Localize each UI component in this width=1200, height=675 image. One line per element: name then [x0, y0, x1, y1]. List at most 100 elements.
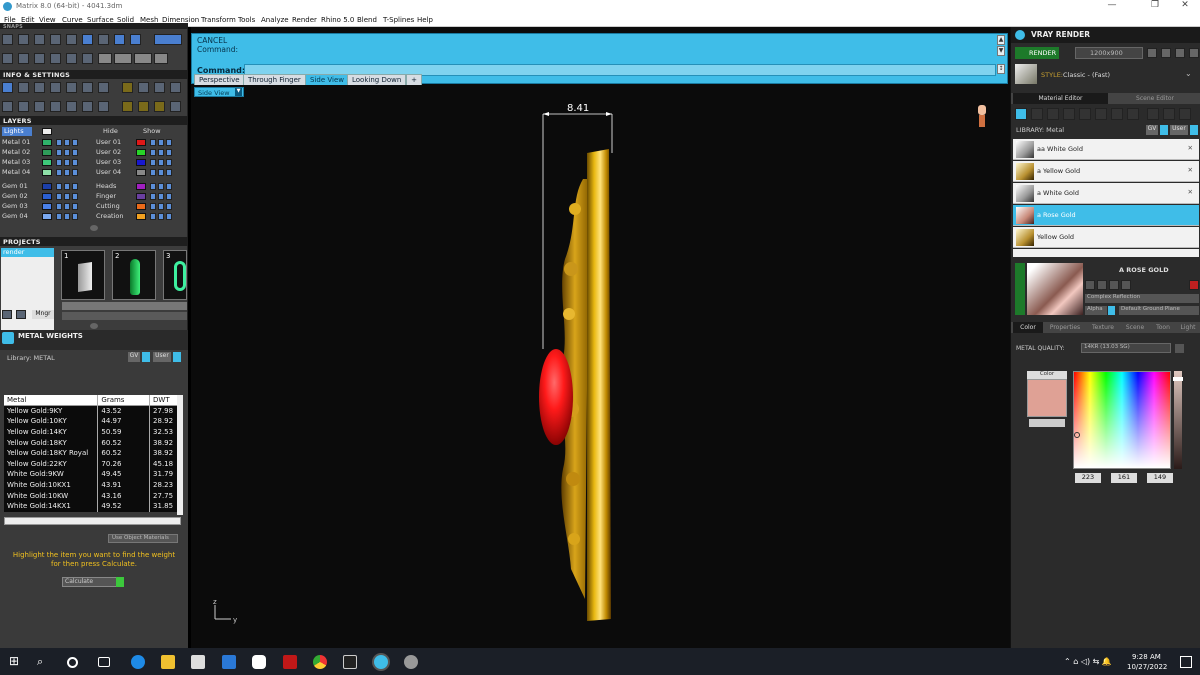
layer-render-icon[interactable] [166, 213, 172, 220]
export-mat-icon[interactable] [1163, 108, 1175, 120]
prev-icon[interactable] [1147, 48, 1157, 58]
menu-render[interactable]: Render [292, 16, 317, 24]
layer-metal-02[interactable]: Metal 02 [2, 148, 30, 157]
add-view-tab-icon[interactable]: + [406, 74, 422, 85]
layer-finger[interactable]: Finger [96, 192, 116, 201]
table-h-scrollbar[interactable] [4, 517, 181, 525]
menu-help[interactable]: Help [417, 16, 433, 24]
options-icon[interactable] [1189, 48, 1199, 58]
layer-vis-icon[interactable] [64, 183, 70, 190]
layer-color-swatch[interactable] [136, 159, 146, 166]
layer-lock-icon[interactable] [150, 149, 156, 156]
grid-icon[interactable] [2, 101, 13, 112]
layer-metal-04[interactable]: Metal 04 [2, 168, 30, 177]
layer-render-icon[interactable] [166, 139, 172, 146]
light-icon[interactable] [154, 101, 165, 112]
project-item-render[interactable]: render [1, 248, 54, 257]
remove-icon[interactable]: ✕ [1188, 166, 1193, 174]
layer-vis-icon[interactable] [64, 203, 70, 210]
tab-scene-editor[interactable]: Scene Editor [1111, 93, 1199, 104]
table-row[interactable]: White Gold:9KW 49.45 31.79 [4, 469, 181, 480]
matrix-app-icon[interactable] [374, 655, 388, 669]
pencil-icon[interactable] [82, 82, 93, 93]
project-thumb-3[interactable]: 3 [163, 250, 187, 300]
scroll-down-icon[interactable]: ▼ [997, 46, 1005, 56]
snap-quad-icon[interactable] [130, 34, 141, 45]
record-icon[interactable] [66, 53, 77, 64]
layer-vis-icon[interactable] [64, 213, 70, 220]
hide-icon[interactable] [98, 101, 109, 112]
camera-icon[interactable] [170, 82, 181, 93]
layer-color-swatch[interactable] [136, 149, 146, 156]
remove-icon[interactable]: ✕ [1188, 188, 1193, 196]
menu-blend[interactable]: Blend [357, 16, 377, 24]
color-picker-field[interactable] [1073, 371, 1171, 469]
layer-metal-01[interactable]: Metal 01 [2, 138, 30, 147]
file-explorer-icon[interactable] [161, 655, 175, 669]
project-thumb-1[interactable]: 1 [61, 250, 105, 300]
menu-analyze[interactable]: Analyze [261, 16, 289, 24]
layer-color-swatch[interactable] [136, 139, 146, 146]
snap-point-icon[interactable] [34, 34, 45, 45]
layer-color-swatch[interactable] [42, 169, 52, 176]
layer-lock-icon[interactable] [150, 213, 156, 220]
layer-vis-icon[interactable] [158, 213, 164, 220]
import-mat-icon[interactable] [1147, 108, 1159, 120]
tab-light[interactable]: Light [1177, 322, 1199, 333]
calculate-button[interactable]: Calculate [62, 577, 118, 587]
step-10-icon[interactable] [154, 53, 168, 64]
layer-lock-icon[interactable] [56, 139, 62, 146]
preview-side-button[interactable] [1015, 263, 1025, 315]
refresh-icon[interactable] [1189, 280, 1199, 290]
right-user-filter[interactable]: User [1170, 125, 1188, 135]
upload-project-icon[interactable] [16, 310, 26, 319]
snap-cen-icon[interactable] [66, 34, 77, 45]
notifications-icon[interactable] [1180, 656, 1192, 668]
layer-lock-icon[interactable] [56, 169, 62, 176]
lol-icon[interactable] [343, 655, 357, 669]
style-chevron-icon[interactable]: ⌄ [1185, 69, 1192, 78]
ortho-icon[interactable] [18, 53, 29, 64]
shader-icon-1[interactable] [1085, 280, 1095, 290]
table-v-scrollbar[interactable] [177, 395, 183, 515]
right-gv-filter[interactable]: GV [1146, 125, 1158, 135]
table-row[interactable]: White Gold:10KW 43.16 27.75 [4, 490, 181, 501]
list-item[interactable]: a White Gold ✕ [1013, 183, 1199, 204]
brightness-handle[interactable] [1173, 377, 1183, 381]
layer-lock-icon[interactable] [56, 149, 62, 156]
layer-color-swatch[interactable] [136, 213, 146, 220]
gem-mat-icon[interactable] [1031, 108, 1043, 120]
col-grams[interactable]: Grams [97, 395, 151, 406]
metal-mat-icon[interactable] [1015, 108, 1027, 120]
right-user-toggle[interactable] [1190, 125, 1198, 135]
task-view-icon[interactable] [98, 657, 110, 667]
chevron-down-icon[interactable]: ▼ [235, 88, 242, 96]
layer-render-icon[interactable] [166, 193, 172, 200]
edge-icon[interactable] [131, 655, 145, 669]
layer-lock-icon[interactable] [56, 183, 62, 190]
tab-perspective[interactable]: Perspective [194, 74, 245, 85]
layer-lock-icon[interactable] [150, 159, 156, 166]
snap-int-icon[interactable] [82, 34, 93, 45]
list-item[interactable]: aa White Gold ✕ [1013, 139, 1199, 160]
layer-gem-04[interactable]: Gem 04 [2, 212, 28, 221]
layer-vis-icon[interactable] [64, 193, 70, 200]
lights-swatch[interactable] [42, 128, 52, 135]
metal-quality-dropdown[interactable]: 14KR (13.03 SG) [1081, 343, 1171, 353]
table-row[interactable]: White Gold:10KX1 43.91 28.23 [4, 479, 181, 491]
user-toggle[interactable] [173, 352, 181, 362]
snap-toggle-icon[interactable] [154, 34, 182, 45]
snap-end-icon[interactable] [2, 34, 13, 45]
layer-color-swatch[interactable] [42, 213, 52, 220]
alpha-toggle[interactable] [1108, 306, 1115, 315]
snap-near-icon[interactable] [18, 34, 29, 45]
layer-render-icon[interactable] [166, 203, 172, 210]
layer-render-icon[interactable] [72, 159, 78, 166]
layer-render-icon[interactable] [72, 149, 78, 156]
sun-icon[interactable] [138, 101, 149, 112]
rhino-icon[interactable] [404, 655, 418, 669]
project-thumb-2[interactable]: 2 [112, 250, 156, 300]
layer-vis-icon[interactable] [64, 169, 70, 176]
layer-color-swatch[interactable] [136, 169, 146, 176]
layer-user-03[interactable]: User 03 [96, 158, 121, 167]
